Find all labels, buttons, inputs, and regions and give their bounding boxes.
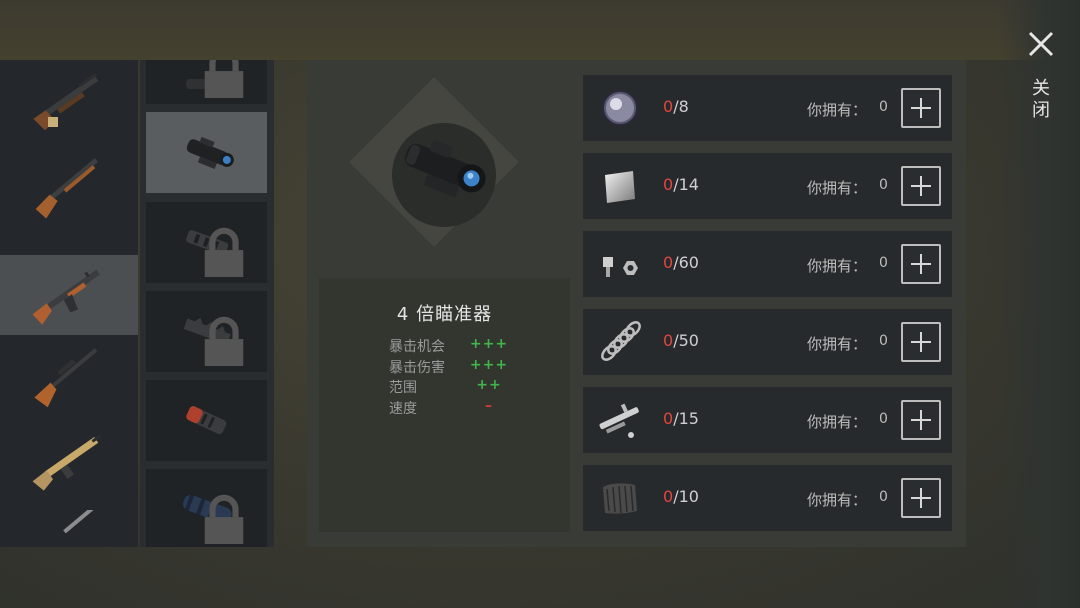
stat-range: 范围 ++	[389, 377, 519, 397]
lens-icon	[602, 90, 638, 126]
4x-scope-icon	[186, 136, 234, 169]
lock-icon	[204, 494, 244, 544]
gun-parts-icon	[599, 403, 639, 438]
material-count: 0/15	[663, 409, 699, 428]
sniper-rifle-icon	[34, 348, 98, 408]
stat-label: 暴击机会	[389, 339, 445, 355]
material-count: 0/60	[663, 253, 699, 272]
owned-label: 你拥有：	[807, 335, 868, 353]
bolt-nut-icon	[603, 257, 638, 277]
material-count: 0/8	[663, 97, 689, 116]
owned-value: 0	[879, 411, 888, 427]
stat-value: ++	[476, 377, 502, 393]
weapon-item-partial[interactable]	[0, 505, 138, 547]
material-row-metal-sheet: 0/14 你拥有： 0	[583, 153, 952, 219]
stat-speed: 速度 –	[389, 398, 519, 418]
stat-crit-damage: 暴击伤害 +++	[389, 357, 519, 377]
lever-rifle-icon	[35, 158, 98, 219]
owned-label: 你拥有：	[807, 257, 868, 275]
red-muzzle-icon	[185, 405, 226, 434]
owned-label: 你拥有：	[807, 491, 868, 509]
carbon-fiber-icon	[603, 483, 637, 514]
weapon-item-lever-rifle[interactable]	[0, 145, 138, 225]
weapon-item-scar[interactable]	[0, 422, 138, 502]
pump-shotgun-icon	[33, 73, 99, 131]
weapon-list[interactable]	[0, 60, 138, 547]
owned-value: 0	[879, 177, 888, 193]
material-count: 0/14	[663, 175, 699, 194]
close-x-icon[interactable]	[1025, 28, 1057, 60]
attachment-item-muzzle-brake[interactable]	[146, 202, 267, 283]
attachment-item-scope[interactable]	[146, 60, 267, 104]
material-count: 0/10	[663, 487, 699, 506]
stat-crit-chance: 暴击机会 +++	[389, 336, 519, 356]
stat-value: +++	[469, 336, 509, 352]
lock-icon	[204, 60, 244, 98]
add-button[interactable]	[901, 478, 941, 518]
attachment-list[interactable]	[140, 60, 274, 547]
selection-pointer	[126, 285, 138, 303]
item-title: 4 倍瞄准器	[396, 304, 493, 325]
add-button[interactable]	[901, 244, 941, 284]
close-label[interactable]: 关闭	[1030, 78, 1052, 122]
material-row-bolt-nut: 0/60 你拥有： 0	[583, 231, 952, 297]
metal-sheet-icon	[605, 171, 635, 203]
add-button[interactable]	[901, 400, 941, 440]
weapon-item-shotgun[interactable]	[0, 60, 138, 140]
attachment-item-compensator[interactable]	[146, 291, 267, 372]
lock-icon	[204, 316, 244, 366]
spring-icon	[601, 321, 641, 361]
battle-rifle-icon	[32, 434, 102, 491]
owned-value: 0	[879, 99, 888, 115]
material-row-gun-parts: 0/15 你拥有： 0	[583, 387, 952, 453]
stat-label: 速度	[389, 401, 417, 417]
attachment-item-red-muzzle[interactable]	[146, 380, 267, 461]
material-row-lens: 0/8 你拥有： 0	[583, 75, 952, 141]
stat-value: –	[485, 398, 493, 414]
lock-icon	[204, 227, 244, 277]
add-button[interactable]	[901, 322, 941, 362]
stat-label: 范围	[389, 380, 417, 396]
assault-rifle-icon	[32, 269, 100, 325]
add-button[interactable]	[901, 88, 941, 128]
add-button[interactable]	[901, 166, 941, 206]
attachment-item-4x-scope[interactable]	[146, 112, 267, 193]
weapon-item-ak[interactable]	[0, 255, 138, 335]
material-row-carbon-fiber: 0/10 你拥有： 0	[583, 465, 952, 531]
item-info-box: 4 倍瞄准器 暴击机会 +++ 暴击伤害 +++ 范围 ++ 速度 –	[319, 278, 570, 532]
owned-label: 你拥有：	[807, 413, 868, 431]
owned-value: 0	[879, 255, 888, 271]
owned-label: 你拥有：	[807, 179, 868, 197]
rifle-icon	[63, 510, 97, 534]
material-row-spring: 0/50 你拥有： 0	[583, 309, 952, 375]
owned-label: 你拥有：	[807, 101, 868, 119]
owned-value: 0	[879, 489, 888, 505]
owned-value: 0	[879, 333, 888, 349]
4x-scope-icon	[404, 140, 486, 198]
material-count: 0/50	[663, 331, 699, 350]
top-background	[0, 0, 1080, 60]
stat-label: 暴击伤害	[389, 360, 445, 376]
attachment-item-suppressor[interactable]	[146, 469, 267, 547]
stat-value: +++	[469, 357, 509, 373]
weapon-item-sniper[interactable]	[0, 335, 138, 415]
